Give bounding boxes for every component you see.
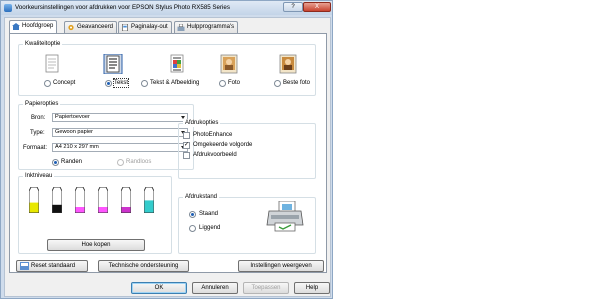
ink-cartridge-icon — [121, 187, 131, 213]
ink-level-fill — [75, 207, 85, 213]
reverse-order-checkbox[interactable]: ✓ — [183, 142, 190, 149]
tab-label: Hulpprogramma's — [187, 24, 235, 30]
dialog-body: Hoofdgroep Geavanceerd Paginalay-out Hul… — [4, 17, 331, 297]
gear-icon — [68, 24, 74, 31]
quality-radio-text[interactable] — [105, 80, 112, 87]
margins-label: Randen — [61, 159, 83, 165]
photoenhance-label: PhotoEnhance — [193, 132, 233, 138]
ink-cartridge-icon — [29, 187, 39, 213]
landscape-label: Liggend — [199, 225, 221, 231]
how-to-order-button[interactable]: Hoe kopen — [47, 239, 145, 251]
portrait-radio[interactable] — [189, 211, 196, 218]
help-title-button[interactable]: ? — [283, 2, 303, 12]
landscape-radio[interactable] — [189, 225, 196, 232]
borderless-radio — [117, 159, 124, 166]
tab-main[interactable]: Hoofdgroep — [9, 20, 58, 34]
quality-radio-best-photo[interactable] — [274, 80, 281, 87]
quality-label-text-image: Tekst & Afbeelding — [150, 80, 200, 86]
cancel-button[interactable]: Annuleren — [192, 282, 238, 294]
type-label: Type: — [30, 130, 45, 136]
best-photo-icon[interactable] — [278, 54, 298, 74]
printer-orientation-icon — [266, 201, 304, 232]
format-value: A4 210 x 297 mm — [55, 144, 99, 150]
reverse-order-label: Omgekeerde volgorde — [193, 142, 253, 148]
source-select[interactable]: Papiertoevoer — [52, 113, 188, 122]
type-value: Gewoon papier — [55, 129, 93, 135]
tab-advanced[interactable]: Geavanceerd — [64, 21, 118, 33]
ink-level-fill — [121, 207, 131, 213]
apply-button: Toepassen — [243, 282, 289, 294]
reset-defaults-label: Reset standaard — [31, 263, 76, 269]
tab-utility[interactable]: Hulpprogramma's — [174, 21, 239, 33]
print-options-label: Afdrukopties — [183, 119, 221, 127]
quality-label-draft: Concept — [53, 80, 76, 86]
reset-icon — [20, 262, 29, 270]
ink-cartridge-icon — [144, 187, 154, 213]
tab-page-layout[interactable]: Paginalay-out — [118, 21, 172, 33]
format-label: Formaat: — [23, 145, 48, 151]
text-document-icon[interactable] — [103, 54, 123, 74]
quality-group: Kwaliteitoptie Concept Tekst Tekst & Afb… — [18, 40, 316, 96]
quality-radio-text-image[interactable] — [141, 80, 148, 87]
ink-cartridge-icon — [52, 187, 62, 213]
quality-group-label: Kwaliteitoptie — [23, 40, 63, 48]
ink-level-group: Inktniveau Hoe kopen — [18, 172, 172, 254]
window-title: Voorkeursinstellingen voor afdrukken voo… — [15, 4, 230, 11]
ink-level-fill — [29, 202, 39, 213]
technical-support-button[interactable]: Technische ondersteuning — [98, 260, 189, 272]
tab-label: Hoofdgroep — [22, 23, 54, 29]
quality-radio-photo[interactable] — [219, 80, 226, 87]
printer-app-icon — [4, 4, 12, 12]
title-bar[interactable]: Voorkeursinstellingen voor afdrukken voo… — [1, 1, 332, 15]
tab-label: Paginalay-out — [131, 24, 168, 30]
print-preview-label: Afdrukvoorbeeld — [193, 152, 237, 158]
ink-level-fill — [98, 207, 108, 213]
orientation-group: Afdrukstand Staand Liggend — [178, 193, 316, 254]
portrait-label: Staand — [199, 211, 219, 217]
margins-radio[interactable] — [52, 159, 59, 166]
quality-label-best-photo: Beste foto — [283, 80, 311, 86]
ink-level-label: Inktniveau — [23, 172, 55, 180]
format-select[interactable]: A4 210 x 297 mm — [52, 143, 188, 152]
text-image-document-icon[interactable] — [167, 54, 187, 74]
paper-options-label: Papieropties — [23, 100, 61, 108]
type-select[interactable]: Gewoon papier — [52, 128, 188, 137]
print-preview-checkbox[interactable] — [183, 152, 190, 159]
quality-label-photo: Foto — [228, 80, 241, 86]
close-button[interactable]: X — [303, 2, 331, 12]
orientation-label: Afdrukstand — [183, 193, 220, 201]
source-label: Bron: — [31, 115, 46, 121]
source-value: Papiertoevoer — [55, 114, 90, 120]
utility-icon — [177, 24, 185, 31]
main-tab-page: Kwaliteitoptie Concept Tekst Tekst & Afb… — [9, 33, 327, 273]
quality-radio-draft[interactable] — [44, 80, 51, 87]
photoenhance-checkbox[interactable] — [183, 132, 190, 139]
show-settings-button[interactable]: Instellingen weergeven — [238, 260, 324, 272]
photo-icon[interactable] — [219, 54, 239, 74]
ink-cartridge-icon — [75, 187, 85, 213]
ink-level-fill — [52, 204, 62, 213]
ink-level-fill — [144, 200, 154, 213]
quality-label-text: Tekst — [112, 78, 130, 88]
tab-label: Geavanceerd — [77, 24, 114, 30]
help-button[interactable]: Help — [294, 282, 330, 294]
draft-document-icon[interactable] — [42, 54, 62, 74]
ok-button[interactable]: OK — [131, 282, 187, 294]
paper-options-group: Papieropties Bron: Papiertoevoer Type: G… — [18, 100, 194, 170]
borderless-label: Randloos — [126, 159, 152, 165]
home-icon — [12, 23, 20, 30]
ink-cartridge-icon — [98, 187, 108, 213]
reset-defaults-button[interactable]: Reset standaard — [16, 260, 88, 272]
page-layout-icon — [122, 24, 128, 31]
print-options-group: Afdrukopties PhotoEnhance ✓ Omgekeerde v… — [178, 119, 316, 179]
printing-preferences-window: Voorkeursinstellingen voor afdrukken voo… — [0, 0, 333, 299]
